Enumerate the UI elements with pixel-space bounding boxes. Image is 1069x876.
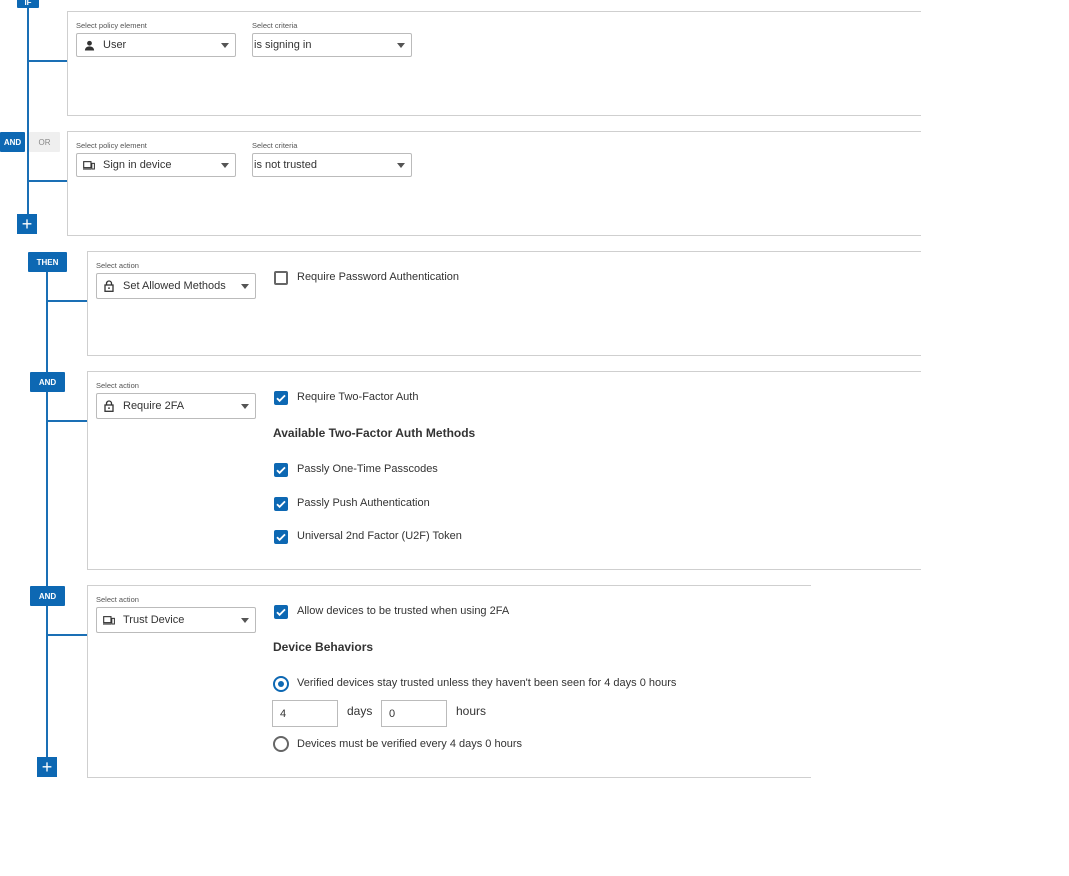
two-factor-methods-heading: Available Two-Factor Auth Methods: [273, 426, 476, 440]
if-badge: IF: [17, 0, 39, 8]
action-select[interactable]: Set Allowed Methods: [96, 273, 256, 299]
days-unit-label: days: [347, 704, 373, 718]
hours-unit-label: hours: [456, 704, 487, 718]
passly-push-checkbox[interactable]: [274, 497, 288, 511]
chevron-down-icon: [397, 42, 405, 48]
add-action-button[interactable]: +: [37, 757, 57, 777]
action-card-1: [87, 251, 921, 356]
then-branch-line-3: [46, 634, 88, 636]
condition-card-2: [67, 131, 921, 236]
days-input[interactable]: 4: [272, 700, 338, 727]
then-branch-line-1: [46, 300, 88, 302]
chevron-down-icon: [221, 162, 229, 168]
passly-otp-checkbox[interactable]: [274, 463, 288, 477]
then-connector-line: [46, 262, 48, 767]
then-branch-line-2: [46, 420, 88, 422]
user-icon: [83, 39, 95, 51]
device-behaviors-heading: Device Behaviors: [273, 640, 374, 654]
policy-element-label: Select policy element: [76, 21, 147, 30]
or-toggle-button[interactable]: OR: [29, 132, 60, 152]
device-icon: [103, 614, 115, 626]
chevron-down-icon: [241, 617, 249, 623]
verify-every-label: Devices must be verified every 4 days 0 …: [297, 738, 522, 750]
criteria-label: Select criteria: [252, 141, 298, 150]
stay-trusted-label: Verified devices stay trusted unless the…: [297, 677, 677, 689]
stay-trusted-radio[interactable]: [273, 676, 289, 692]
and-badge: AND: [30, 586, 65, 606]
action-label: Select action: [96, 261, 139, 270]
policy-element-select[interactable]: User: [76, 33, 236, 57]
and-badge: AND: [30, 372, 65, 392]
require-password-label: Require Password Authentication: [297, 271, 460, 283]
and-toggle-button[interactable]: AND: [0, 132, 25, 152]
then-badge: THEN: [28, 252, 67, 272]
criteria-select[interactable]: is signing in: [252, 33, 412, 57]
if-branch-line-1: [27, 60, 68, 62]
policy-element-select[interactable]: Sign in device: [76, 153, 236, 177]
condition-card-1: [67, 11, 921, 116]
allow-trusted-devices-checkbox[interactable]: [274, 605, 288, 619]
lock-icon: [103, 280, 115, 292]
criteria-select[interactable]: is not trusted: [252, 153, 412, 177]
require-2fa-label: Require Two-Factor Auth: [297, 391, 419, 403]
action-label: Select action: [96, 595, 139, 604]
action-label: Select action: [96, 381, 139, 390]
chevron-down-icon: [221, 42, 229, 48]
action-select[interactable]: Trust Device: [96, 607, 256, 633]
add-condition-button[interactable]: +: [17, 214, 37, 234]
device-icon: [83, 159, 95, 171]
chevron-down-icon: [241, 403, 249, 409]
if-branch-line-2: [27, 180, 68, 182]
verify-every-radio[interactable]: [273, 736, 289, 752]
u2f-token-label: Universal 2nd Factor (U2F) Token: [297, 530, 462, 542]
policy-element-label: Select policy element: [76, 141, 147, 150]
passly-otp-label: Passly One-Time Passcodes: [297, 463, 438, 475]
passly-push-label: Passly Push Authentication: [297, 497, 430, 509]
require-password-checkbox[interactable]: [274, 271, 288, 285]
chevron-down-icon: [397, 162, 405, 168]
if-connector-line: [27, 0, 29, 216]
allow-trusted-devices-label: Allow devices to be trusted when using 2…: [297, 605, 510, 617]
chevron-down-icon: [241, 283, 249, 289]
u2f-token-checkbox[interactable]: [274, 530, 288, 544]
lock-icon: [103, 400, 115, 412]
hours-input[interactable]: 0: [381, 700, 447, 727]
criteria-label: Select criteria: [252, 21, 298, 30]
action-select[interactable]: Require 2FA: [96, 393, 256, 419]
require-2fa-checkbox[interactable]: [274, 391, 288, 405]
